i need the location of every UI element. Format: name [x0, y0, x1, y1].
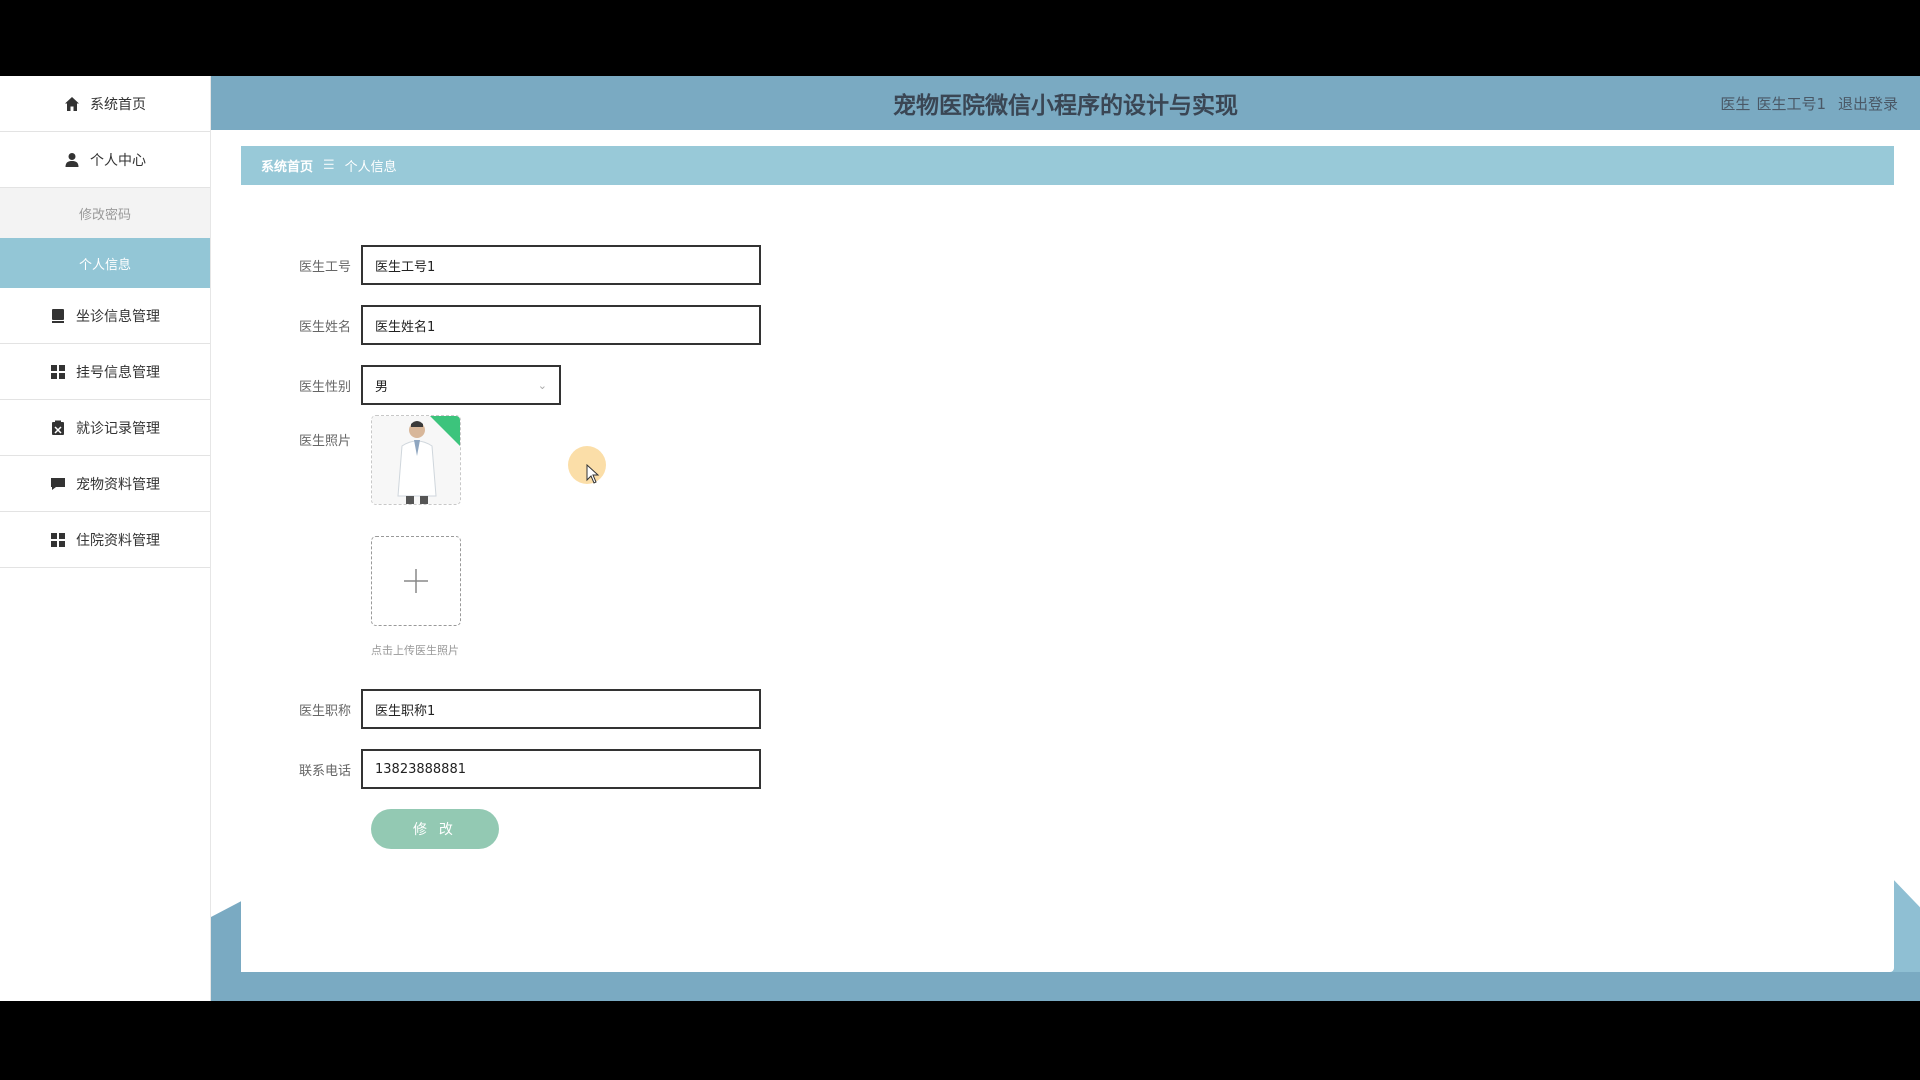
mouse-pointer-icon	[586, 464, 600, 484]
breadcrumb-current: 个人信息	[344, 160, 397, 175]
user-role: 医生	[1720, 94, 1751, 113]
sidebar-subitem-label: 个人信息	[78, 257, 131, 273]
sidebar-item-label: 住院资料管理	[76, 532, 160, 549]
app-window: 系统首页 个人中心 修改密码 个人信息 坐诊信息管理 挂号信息管理 就诊记录管理…	[0, 76, 1920, 1001]
form-row-phone: 联系电话	[241, 749, 761, 789]
plus-icon	[404, 569, 428, 593]
chat-icon	[51, 477, 65, 490]
sidebar-item-home[interactable]: 系统首页	[0, 76, 210, 132]
photo-upload-button[interactable]	[371, 536, 461, 626]
sidebar-item-label: 挂号信息管理	[76, 364, 160, 381]
sidebar-item-pet-profiles[interactable]: 宠物资料管理	[0, 456, 210, 512]
gender-select[interactable]: 男 ⌄	[361, 365, 561, 405]
logout-link[interactable]: 退出登录	[1838, 93, 1898, 114]
phone-input[interactable]	[361, 749, 761, 789]
sidebar-item-label: 就诊记录管理	[76, 420, 160, 437]
sidebar-item-label: 个人中心	[90, 152, 146, 169]
title-label: 医生职称	[298, 703, 351, 719]
upload-hint: 点击上传医生照片	[371, 644, 459, 657]
grid-icon	[51, 532, 65, 547]
phone-label: 联系电话	[298, 763, 351, 779]
sidebar-item-label: 宠物资料管理	[76, 476, 160, 493]
username: 医生工号1	[1756, 94, 1826, 113]
doctor-photo-thumbnail[interactable]	[371, 415, 461, 505]
sidebar-item-registration[interactable]: 挂号信息管理	[0, 344, 210, 400]
doctor-name-input[interactable]	[361, 305, 761, 345]
content-card: 系统首页 ☰ 个人信息 医生工号 医生姓名 医生性别 男 ⌄ 医生照片	[241, 146, 1894, 972]
form-row-doctor-id: 医生工号	[241, 245, 761, 285]
gender-label: 医生性别	[298, 379, 351, 395]
sidebar: 系统首页 个人中心 修改密码 个人信息 坐诊信息管理 挂号信息管理 就诊记录管理…	[0, 76, 211, 1001]
gender-select-value: 男	[375, 379, 389, 395]
grid-icon	[51, 364, 65, 379]
form-row-photo: 医生照片	[241, 424, 361, 454]
sidebar-item-hospitalization[interactable]: 住院资料管理	[0, 512, 210, 568]
breadcrumb-separator-icon: ☰	[323, 158, 335, 173]
sidebar-item-visit-records[interactable]: 就诊记录管理	[0, 400, 210, 456]
doctor-id-input[interactable]	[361, 245, 761, 285]
doctor-id-label: 医生工号	[298, 259, 351, 275]
sidebar-subitem-personal-info[interactable]: 个人信息	[0, 238, 210, 288]
title-input[interactable]	[361, 689, 761, 729]
breadcrumb-home[interactable]: 系统首页	[261, 156, 313, 175]
breadcrumb: 系统首页 ☰ 个人信息	[241, 146, 1894, 185]
calendar-icon	[52, 308, 64, 323]
sidebar-item-label: 系统首页	[90, 96, 146, 113]
user-info: 医生 医生工号1 退出登录	[1714, 76, 1898, 130]
doctor-name-label: 医生姓名	[298, 319, 351, 335]
sidebar-subitem-label: 修改密码	[78, 207, 131, 223]
home-icon	[65, 96, 79, 111]
user-icon	[65, 152, 79, 167]
clipboard-icon	[52, 420, 64, 435]
sidebar-item-consultation[interactable]: 坐诊信息管理	[0, 288, 210, 344]
chevron-down-icon: ⌄	[537, 378, 547, 392]
form-row-title: 医生职称	[241, 689, 761, 729]
photo-label: 医生照片	[298, 433, 351, 449]
sidebar-item-label: 坐诊信息管理	[76, 308, 160, 325]
decorative-bottom-bar	[211, 972, 1920, 1001]
sidebar-item-personal-center[interactable]: 个人中心	[0, 132, 210, 188]
top-header: 宠物医院微信小程序的设计与实现 医生 医生工号1 退出登录	[211, 76, 1920, 130]
form-row-doctor-name: 医生姓名	[241, 305, 761, 345]
form-row-gender: 医生性别 男 ⌄	[241, 365, 561, 405]
page-title: 宠物医院微信小程序的设计与实现	[893, 93, 1238, 119]
sidebar-subitem-change-password[interactable]: 修改密码	[0, 188, 210, 238]
modify-button[interactable]: 修 改	[371, 809, 499, 849]
